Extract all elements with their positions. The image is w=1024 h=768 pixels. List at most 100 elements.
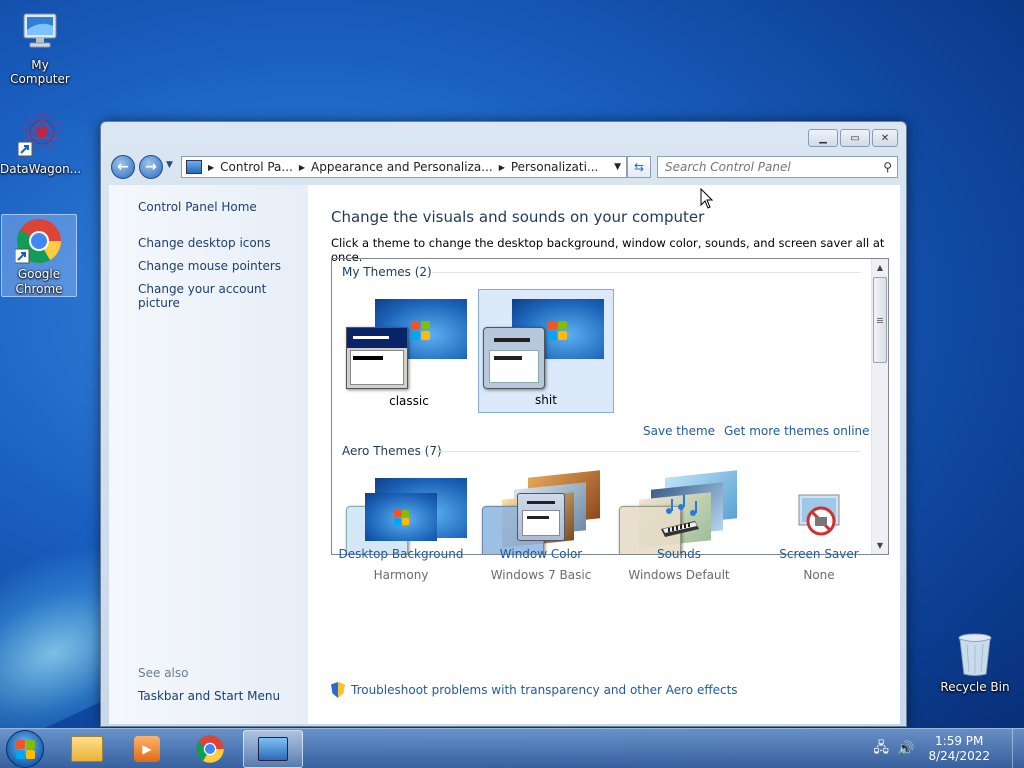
forward-button[interactable]: →: [139, 155, 163, 179]
desktop-icon-datawagon[interactable]: DataWagon...: [0, 112, 82, 176]
my-themes-heading: My Themes (2): [342, 265, 432, 279]
desktop-icon-label: My Computer: [10, 58, 70, 86]
control-panel-home-link[interactable]: Control Panel Home: [138, 200, 257, 214]
search-input[interactable]: [665, 160, 870, 174]
desktop-icon-label: DataWagon...: [0, 162, 82, 176]
breadcrumb-separator-icon[interactable]: ▶: [299, 163, 305, 172]
refresh-icon: ⇆: [633, 160, 645, 174]
clock-date: 8/24/2022: [928, 749, 990, 763]
aero-themes-heading: Aero Themes (7): [342, 444, 442, 458]
sounds-icon: [655, 493, 703, 541]
navigation-toolbar: ← → ▼ ▶ Control Pa... ▶ Appearance and P…: [109, 154, 898, 180]
taskbar-control-panel-button[interactable]: [243, 730, 303, 768]
left-pane: Control Panel Home Change desktop icons …: [109, 185, 308, 724]
screen-saver-label[interactable]: Screen Saver: [749, 547, 889, 561]
start-button[interactable]: [6, 730, 44, 768]
theme-shit[interactable]: shit: [478, 289, 614, 413]
breadcrumb-control-panel[interactable]: Control Pa...: [220, 160, 293, 174]
taskbar: ▶ 🖧 🔊 1:59 PM 8/24/2022: [0, 728, 1024, 768]
caption-buttons: ▁ ▭ ✕: [808, 129, 898, 147]
basic-window-preview: [483, 327, 545, 389]
see-also-heading: See also: [138, 666, 189, 680]
taskbar-media-player-button[interactable]: ▶: [117, 730, 177, 768]
close-button[interactable]: ✕: [872, 129, 898, 147]
minimize-button[interactable]: ▁: [808, 129, 838, 147]
breadcrumb-appearance[interactable]: Appearance and Personaliza...: [311, 160, 493, 174]
address-dropdown-icon[interactable]: ▼: [614, 162, 621, 172]
troubleshoot-link[interactable]: Troubleshoot problems with transparency …: [331, 682, 738, 698]
change-account-picture-link[interactable]: Change your account picture: [138, 282, 308, 310]
maximize-icon: ▭: [850, 132, 860, 144]
group-divider: [432, 272, 861, 273]
desktop-icon-my-computer[interactable]: My Computer: [0, 8, 80, 86]
scroll-thumb[interactable]: [873, 277, 887, 363]
mouse-cursor-icon: [700, 187, 714, 213]
back-button[interactable]: ←: [111, 155, 135, 179]
close-icon: ✕: [880, 132, 890, 144]
search-icon[interactable]: ⚲: [883, 160, 892, 174]
scroll-up-arrow-icon[interactable]: ▲: [872, 259, 888, 276]
chrome-icon: [196, 735, 224, 763]
refresh-button[interactable]: ⇆: [627, 156, 651, 178]
breadcrumb-personalization[interactable]: Personalizati...: [511, 160, 598, 174]
sounds-item[interactable]: Sounds Windows Default: [609, 493, 749, 582]
desktop-icon-label: Google Chrome: [15, 267, 63, 296]
screen-saver-value: None: [803, 568, 835, 582]
theme-name: classic: [389, 394, 429, 408]
screen-saver-icon: [795, 493, 843, 541]
group-divider: [436, 451, 861, 452]
recent-pages-dropdown[interactable]: ▼: [166, 160, 173, 170]
shield-icon: [331, 682, 345, 698]
datawagon-icon: [16, 112, 64, 160]
screen-saver-item[interactable]: Screen Saver None: [749, 493, 889, 582]
desktop-background-label[interactable]: Desktop Background: [331, 547, 471, 561]
classic-window-preview: [346, 327, 408, 389]
maximize-button[interactable]: ▭: [840, 129, 870, 147]
window-color-icon: [517, 493, 565, 541]
taskbar-explorer-button[interactable]: [57, 730, 117, 768]
clock-time: 1:59 PM: [935, 734, 984, 748]
theme-classic[interactable]: classic: [341, 289, 477, 413]
content-pane: Change the visuals and sounds on your co…: [308, 185, 900, 724]
minimize-icon: ▁: [819, 132, 827, 144]
personalization-window: ▁ ▭ ✕ ← → ▼ ▶ Control Pa... ▶ Appearance…: [100, 121, 907, 727]
forward-arrow-icon: →: [145, 159, 157, 175]
clock[interactable]: 1:59 PM 8/24/2022: [928, 734, 990, 764]
control-panel-icon: [186, 160, 202, 174]
recycle-bin-icon: [951, 630, 999, 678]
volume-icon[interactable]: 🔊: [897, 741, 914, 757]
sounds-label[interactable]: Sounds: [609, 547, 749, 561]
desktop-icon-recycle-bin[interactable]: Recycle Bin: [935, 630, 1015, 694]
computer-icon: [16, 8, 64, 56]
troubleshoot-label[interactable]: Troubleshoot problems with transparency …: [351, 683, 738, 697]
show-desktop-button[interactable]: [1012, 729, 1024, 768]
change-desktop-icons-link[interactable]: Change desktop icons: [138, 236, 271, 250]
desktop-background-item[interactable]: Desktop Background Harmony: [331, 493, 471, 582]
folder-icon: [71, 736, 103, 762]
save-theme-link[interactable]: Save theme: [643, 424, 715, 438]
control-panel-icon: [258, 737, 288, 761]
desktop-background-icon: [365, 493, 437, 541]
sounds-value: Windows Default: [628, 568, 730, 582]
desktop-icon-google-chrome[interactable]: Google Chrome: [1, 214, 77, 297]
media-player-icon: ▶: [134, 736, 160, 762]
window-color-value: Windows 7 Basic: [490, 568, 592, 582]
windows-logo-icon: [548, 321, 568, 341]
system-tray: 🖧 🔊 1:59 PM 8/24/2022: [873, 729, 1024, 768]
back-arrow-icon: ←: [117, 159, 129, 175]
chrome-icon: [14, 217, 63, 265]
desktop-icon-label: Recycle Bin: [940, 680, 1010, 694]
get-more-themes-link[interactable]: Get more themes online: [724, 424, 870, 438]
theme-name: shit: [535, 393, 557, 407]
search-box: ⚲: [657, 156, 898, 178]
taskbar-start-menu-link[interactable]: Taskbar and Start Menu: [138, 689, 280, 703]
window-color-item[interactable]: Window Color Windows 7 Basic: [471, 493, 611, 582]
address-bar[interactable]: ▶ Control Pa... ▶ Appearance and Persona…: [181, 156, 627, 178]
window-color-label[interactable]: Window Color: [471, 547, 611, 561]
change-mouse-pointers-link[interactable]: Change mouse pointers: [138, 259, 281, 273]
network-icon[interactable]: 🖧: [873, 737, 889, 761]
windows-logo-icon: [411, 321, 431, 341]
desktop-background-value: Harmony: [373, 568, 429, 582]
breadcrumb-separator-icon[interactable]: ▶: [499, 163, 505, 172]
taskbar-chrome-button[interactable]: [180, 730, 240, 768]
